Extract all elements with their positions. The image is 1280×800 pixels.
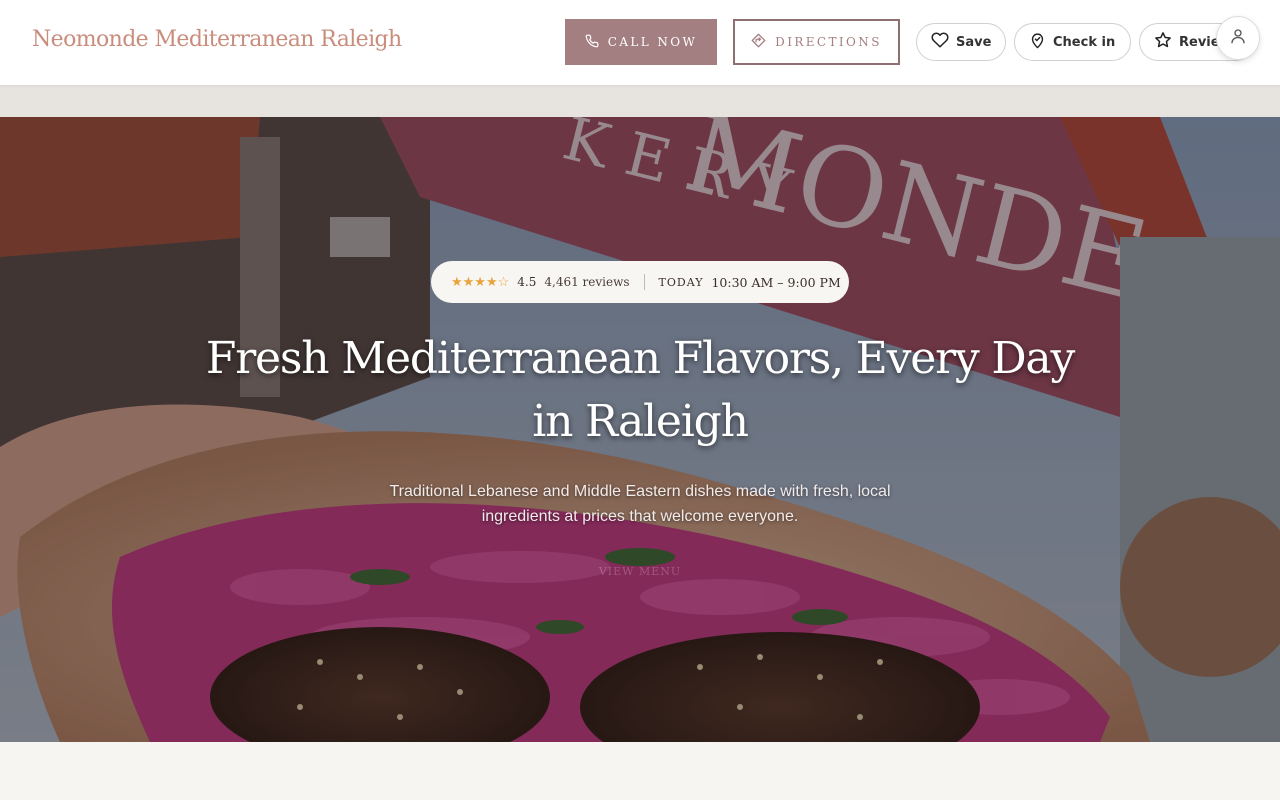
- rating-stars: ★★★★☆: [451, 274, 510, 290]
- rating-value: 4.5: [517, 275, 537, 289]
- divider: [643, 274, 645, 290]
- today-label: TODAY: [658, 275, 704, 289]
- call-now-label: CALL NOW: [607, 35, 698, 49]
- brand-title[interactable]: Neomonde Mediterranean Raleigh: [32, 27, 402, 52]
- hero-section: MONDE K E R Y ★★★★☆ 4.5 4,461 reviews TO…: [0, 117, 1280, 742]
- check-in-button[interactable]: Check in: [1014, 23, 1131, 61]
- heart-icon: [931, 31, 949, 53]
- phone-icon: [585, 34, 599, 51]
- hero-subtitle: Traditional Lebanese and Middle Eastern …: [389, 483, 891, 525]
- save-label: Save: [956, 34, 992, 50]
- user-icon: [1229, 27, 1247, 49]
- call-now-button[interactable]: CALL NOW: [565, 19, 717, 65]
- view-menu-link[interactable]: VIEW MENU: [560, 565, 720, 578]
- directions-label: DIRECTIONS: [775, 35, 882, 49]
- header-divider-band: [0, 85, 1280, 117]
- content-section: [0, 742, 1280, 800]
- directions-button[interactable]: DIRECTIONS: [733, 19, 900, 65]
- user-account-button[interactable]: [1216, 16, 1260, 60]
- save-button[interactable]: Save: [916, 23, 1006, 61]
- opening-hours: 10:30 AM – 9:00 PM: [711, 274, 841, 290]
- location-pin-icon: [1029, 32, 1046, 53]
- check-in-label: Check in: [1053, 34, 1116, 50]
- rating-hours-pill: ★★★★☆ 4.5 4,461 reviews TODAY 10:30 AM –…: [431, 261, 849, 303]
- review-count[interactable]: 4,461 reviews: [544, 275, 629, 289]
- star-icon: [1154, 31, 1172, 53]
- hero-title: Fresh Mediterranean Flavors, Every Day i…: [205, 333, 1075, 447]
- directions-icon: [751, 33, 766, 51]
- site-header: Neomonde Mediterranean Raleigh CALL NOW …: [0, 0, 1280, 85]
